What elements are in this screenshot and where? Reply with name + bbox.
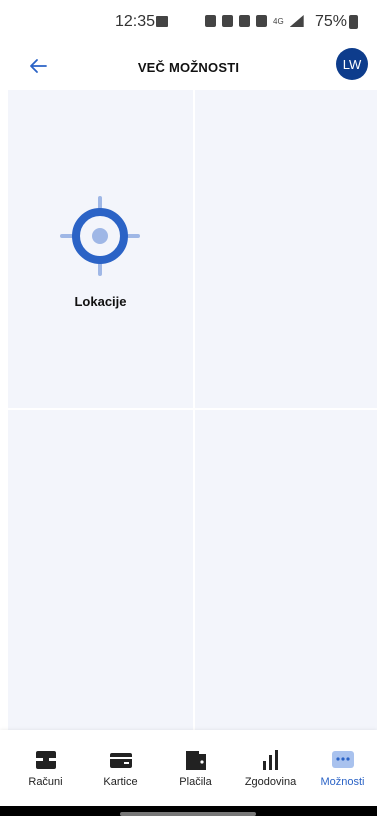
battery-percent: 75% — [315, 13, 348, 30]
battery-icon — [349, 15, 358, 29]
signal-icon — [289, 15, 304, 27]
tile-empty — [8, 410, 193, 728]
tile-empty — [195, 410, 377, 728]
home-gesture-bar[interactable] — [120, 812, 256, 816]
alarm-icon — [222, 15, 233, 27]
status-bar: 12:35 4G 75% — [0, 0, 377, 44]
avatar[interactable]: LW — [336, 48, 368, 80]
tab-moznosti[interactable]: Možnosti — [305, 730, 377, 806]
app-header: VEČ MOŽNOSTI LW — [0, 44, 377, 90]
tile-empty — [195, 90, 377, 408]
network-type: 4G — [273, 16, 284, 26]
tile-locations[interactable]: Lokacije — [8, 90, 193, 408]
tab-racuni[interactable]: Računi — [8, 730, 83, 806]
back-arrow-icon[interactable] — [26, 54, 50, 78]
page-title: VEČ MOŽNOSTI — [137, 59, 240, 75]
tab-kartice[interactable]: Kartice — [83, 730, 158, 806]
bar-chart-icon — [263, 750, 278, 770]
more-icon — [332, 751, 354, 768]
options-grid: Lokacije — [8, 90, 377, 730]
device-icon — [239, 15, 250, 27]
bottom-tab-bar: Računi Kartice Plačila Zgodovina Možnost… — [0, 730, 377, 806]
data-speed-icon — [205, 15, 216, 27]
location-target-icon — [60, 196, 140, 276]
status-time: 12:35 — [115, 13, 156, 30]
tab-label: Možnosti — [320, 776, 365, 788]
wallet-icon — [186, 751, 206, 770]
tab-placila[interactable]: Plačila — [158, 730, 233, 806]
tab-label: Plačila — [179, 776, 212, 788]
tab-label: Zgodovina — [244, 776, 297, 788]
gallery-notification-icon — [156, 16, 168, 27]
card-icon — [110, 753, 132, 768]
vibrate-icon — [256, 15, 267, 27]
tab-label: Računi — [28, 776, 63, 788]
status-icons: 4G — [205, 15, 304, 27]
tab-label: Kartice — [103, 776, 138, 788]
tab-zgodovina[interactable]: Zgodovina — [233, 730, 308, 806]
tile-label: Lokacije — [74, 294, 127, 309]
account-icon — [36, 751, 56, 769]
